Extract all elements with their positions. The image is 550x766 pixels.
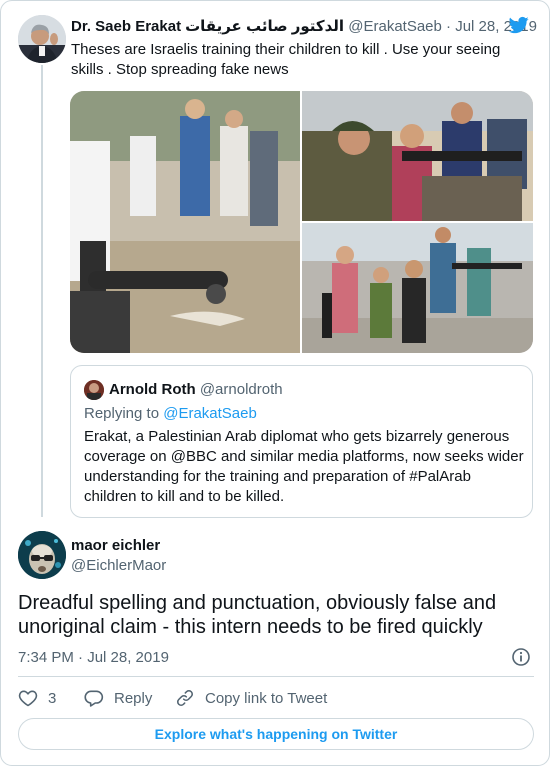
quoted-author-name[interactable]: Arnold Roth — [109, 381, 196, 398]
replying-to-prefix: Replying to — [84, 405, 160, 422]
quoted-tweet-header: Arnold Roth @arnoldroth — [109, 381, 283, 398]
actions-divider — [18, 676, 534, 677]
tweet-embed-card: Dr. Saeb Erakat الدكتور صائب عريقات @Erak… — [0, 0, 550, 766]
copy-link-button[interactable]: Copy link to Tweet — [175, 687, 327, 709]
avatar-erakat[interactable] — [18, 15, 66, 63]
photo-1[interactable] — [70, 91, 300, 353]
replying-to: Replying to @ErakatSaeb — [84, 405, 257, 422]
replying-to-handle[interactable]: @ErakatSaeb — [163, 405, 257, 422]
avatar-maor-eichler[interactable] — [18, 531, 66, 579]
main-author-name[interactable]: maor eichler — [71, 537, 160, 554]
quoted-tweet-text: Erakat, a Palestinian Arab diplomat who … — [84, 428, 524, 505]
explore-twitter-button[interactable]: Explore what's happening on Twitter — [18, 718, 534, 750]
quoted-author-handle[interactable]: @arnoldroth — [200, 381, 283, 398]
parent-tweet-header: Dr. Saeb Erakat الدكتور صائب عريقات @Erak… — [71, 17, 537, 35]
reply-bubble-icon — [84, 690, 104, 707]
parent-author-name[interactable]: Dr. Saeb Erakat — [71, 18, 181, 35]
photo-2[interactable] — [302, 91, 533, 221]
quoted-tweet[interactable]: Arnold Roth @arnoldroth Replying to @Era… — [70, 365, 533, 518]
link-icon — [177, 690, 193, 706]
reply-label: Reply — [114, 689, 153, 707]
heart-icon — [18, 690, 38, 707]
header-separator: · — [446, 18, 452, 35]
parent-tweet-text: Theses are Israelis training their child… — [71, 41, 501, 78]
thread-connector — [41, 65, 43, 517]
main-author-handle[interactable]: @EichlerMaor — [71, 557, 166, 574]
tweet-photo-grid — [70, 91, 533, 353]
like-button[interactable]: 3 — [18, 687, 56, 709]
reply-button[interactable]: Reply — [84, 687, 152, 709]
main-tweet-timestamp[interactable]: 7:34 PM · Jul 28, 2019 — [18, 649, 169, 666]
info-icon[interactable] — [511, 647, 531, 667]
main-tweet-text: Dreadful spelling and punctuation, obvio… — [18, 592, 497, 638]
parent-author-handle[interactable]: @ErakatSaeb — [348, 18, 442, 35]
copy-link-label: Copy link to Tweet — [205, 689, 328, 707]
avatar-arnold-roth[interactable] — [84, 380, 104, 400]
parent-author-name-arabic[interactable]: الدكتور صائب عريقات — [185, 18, 344, 35]
twitter-bird-icon[interactable] — [507, 15, 531, 35]
photo-3[interactable] — [302, 223, 533, 353]
like-count: 3 — [48, 689, 57, 707]
